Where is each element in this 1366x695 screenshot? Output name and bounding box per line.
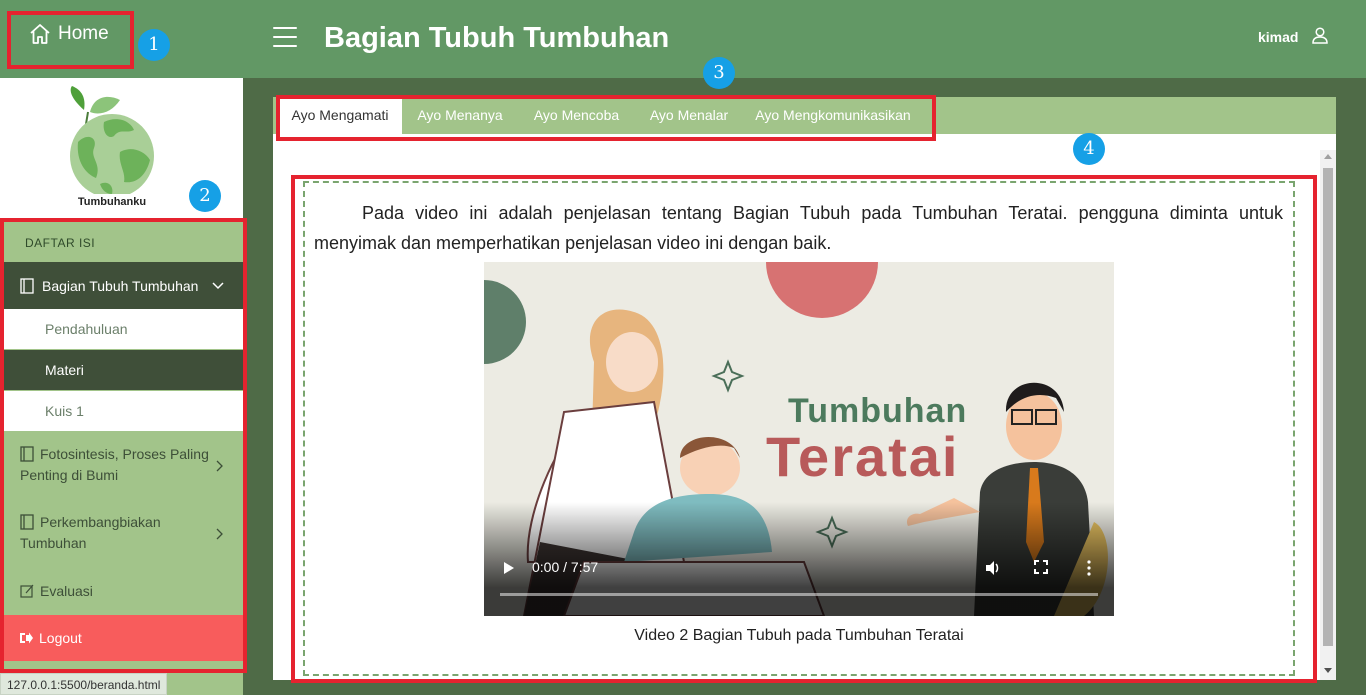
scroll-thumb[interactable]: [1323, 168, 1333, 646]
top-header: Home Bagian Tubuh Tumbuhan kimad: [0, 0, 1366, 78]
annotation-badge-1: 1: [138, 29, 170, 61]
page-title: Bagian Tubuh Tumbuhan: [324, 22, 670, 54]
annotation-box-3: [276, 95, 936, 141]
scroll-up-arrow[interactable]: [1324, 154, 1332, 159]
annotation-badge-2: 2: [189, 180, 221, 212]
content-scrollbar[interactable]: [1320, 150, 1336, 680]
username[interactable]: kimad: [1258, 29, 1298, 45]
globe-leaf-logo: [70, 86, 154, 194]
annotation-box-4: [291, 175, 1317, 683]
user-icon[interactable]: [1311, 26, 1329, 44]
status-bar-url: 127.0.0.1:5500/beranda.html: [0, 673, 168, 695]
annotation-badge-3: 3: [703, 57, 735, 89]
annotation-box-2: [0, 218, 247, 673]
hamburger-icon[interactable]: [273, 27, 297, 47]
annotation-box-1: [7, 11, 134, 69]
annotation-badge-4: 4: [1073, 133, 1105, 165]
scroll-down-arrow[interactable]: [1324, 668, 1332, 673]
